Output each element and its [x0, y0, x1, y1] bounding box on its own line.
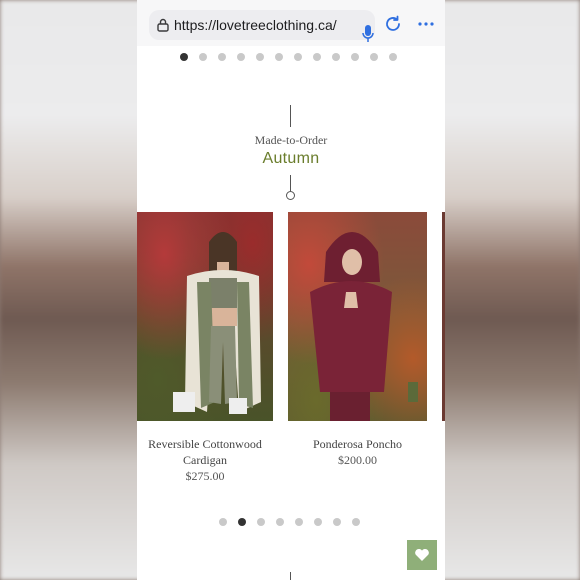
carousel-dot[interactable] — [237, 53, 245, 61]
model-figure — [310, 232, 418, 421]
carousel-dot[interactable] — [219, 518, 227, 526]
lock-icon — [157, 18, 169, 32]
divider-line — [290, 175, 291, 191]
url-text[interactable]: https://lovetreeclothing.ca/ — [174, 17, 337, 33]
product-image-next-partial[interactable] — [442, 212, 445, 421]
product-name-line2[interactable]: Cardigan — [137, 452, 273, 468]
model-figure — [173, 232, 261, 414]
product-name[interactable]: Ponderosa Poncho — [288, 436, 427, 452]
top-carousel-indicator — [180, 53, 397, 61]
section-title: Autumn — [262, 150, 320, 167]
divider-circle — [286, 191, 295, 200]
carousel-dot[interactable] — [295, 518, 303, 526]
carousel-dot[interactable] — [256, 53, 264, 61]
carousel-dot[interactable] — [199, 53, 207, 61]
divider-line — [290, 105, 291, 127]
carousel-dot[interactable] — [389, 53, 397, 61]
carousel-dot[interactable] — [352, 518, 360, 526]
more-icon[interactable] — [417, 16, 435, 32]
address-bar[interactable]: https://lovetreeclothing.ca/ — [149, 10, 375, 42]
carousel-dot[interactable] — [180, 53, 188, 61]
carousel-dot[interactable] — [276, 518, 284, 526]
carousel-dot[interactable] — [314, 518, 322, 526]
carousel-dot[interactable] — [333, 518, 341, 526]
product-price: $275.00 — [185, 469, 225, 483]
carousel-dot[interactable] — [275, 53, 283, 61]
favorite-button[interactable] — [407, 540, 437, 570]
divider-line — [290, 572, 291, 580]
carousel-dot[interactable] — [218, 53, 226, 61]
product-name[interactable]: Reversible Cottonwood Cardigan — [137, 436, 273, 468]
product-image-cardigan[interactable] — [137, 212, 273, 421]
carousel-dot[interactable] — [313, 53, 321, 61]
carousel-dot[interactable] — [238, 518, 246, 526]
carousel-dot[interactable] — [370, 53, 378, 61]
product-price: $200.00 — [338, 453, 377, 467]
carousel-dot[interactable] — [294, 53, 302, 61]
product-name-line1[interactable]: Reversible Cottonwood — [137, 436, 273, 452]
product-carousel-indicator — [219, 518, 360, 526]
phone-screen: https://lovetreeclothing.ca/ Made-to-Ord… — [137, 0, 445, 580]
section-subtitle: Made-to-Order — [254, 133, 328, 147]
browser-toolbar: https://lovetreeclothing.ca/ — [137, 0, 445, 46]
carousel-dot[interactable] — [332, 53, 340, 61]
microphone-icon[interactable] — [361, 24, 375, 44]
product-image-poncho[interactable] — [288, 212, 427, 421]
reload-icon[interactable] — [384, 15, 402, 33]
carousel-dot[interactable] — [351, 53, 359, 61]
carousel-dot[interactable] — [257, 518, 265, 526]
heart-icon — [415, 548, 429, 561]
